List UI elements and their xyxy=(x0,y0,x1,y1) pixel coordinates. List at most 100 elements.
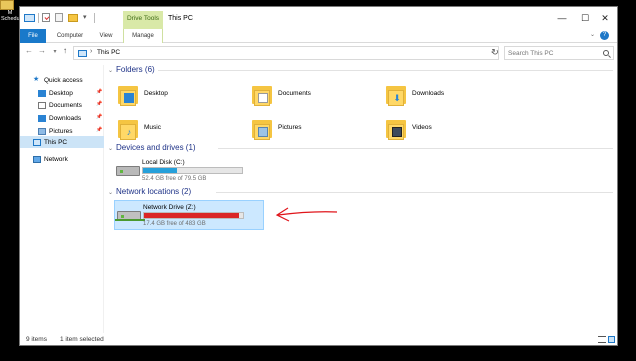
details-view-icon[interactable] xyxy=(598,336,606,343)
navigation-pane: ★ Quick access Desktop 📌 Documents 📌 Dow… xyxy=(20,65,104,333)
new-folder-icon[interactable] xyxy=(55,13,63,22)
tab-manage[interactable]: Manage xyxy=(123,29,163,43)
minimize-button[interactable]: — xyxy=(552,11,572,25)
drive-tools-label: Drive Tools xyxy=(126,15,160,22)
tiles-view-icon[interactable] xyxy=(608,336,615,343)
folder-label: Documents xyxy=(278,90,311,97)
folder-icon[interactable] xyxy=(68,14,78,22)
pin-icon: 📌 xyxy=(96,89,103,95)
nav-item-label: Pictures xyxy=(49,128,73,135)
drive-usage-bar xyxy=(142,167,243,174)
pin-icon: 📌 xyxy=(96,127,103,133)
folder-videos[interactable]: Videos xyxy=(386,114,506,144)
drive-free-space: 17.4 GB free of 483 GB xyxy=(143,221,206,227)
breadcrumb-separator[interactable]: › xyxy=(90,48,92,55)
drives-group-header[interactable]: Devices and drives (1) xyxy=(116,143,196,152)
music-note-icon: ♪ xyxy=(126,127,132,137)
search-input[interactable] xyxy=(508,48,598,59)
breadcrumb-this-pc[interactable]: This PC xyxy=(97,49,120,56)
address-bar[interactable]: › This PC ⌄ xyxy=(73,46,499,60)
desktop-shortcut-label: M Schedul xyxy=(1,10,19,22)
title-bar: ▾ Drive Tools This PC — ☐ ✕ xyxy=(20,7,617,29)
quick-access-separator-2 xyxy=(94,13,95,23)
folder-label: Pictures xyxy=(278,124,302,131)
group-divider xyxy=(158,70,613,71)
refresh-button[interactable]: ↻ xyxy=(489,46,501,58)
nav-network-label: Network xyxy=(44,156,68,163)
item-count: 9 items xyxy=(26,336,47,343)
window-title: This PC xyxy=(168,15,193,22)
folder-documents[interactable]: Documents xyxy=(252,80,372,110)
drive-name: Local Disk (C:) xyxy=(142,159,185,166)
documents-icon xyxy=(38,102,46,109)
drive-usage-bar xyxy=(143,212,244,219)
close-button[interactable]: ✕ xyxy=(595,11,615,25)
network-group-header[interactable]: Network locations (2) xyxy=(116,187,191,196)
recent-locations-icon[interactable]: ▾ xyxy=(50,48,60,55)
annotation-arrow xyxy=(275,207,338,222)
download-arrow-icon: ⬇ xyxy=(393,93,401,103)
drive-usage-fill xyxy=(144,213,240,218)
group-divider xyxy=(218,148,613,149)
expand-ribbon-icon[interactable]: ⌄ xyxy=(590,31,595,38)
folder-desktop[interactable]: Desktop xyxy=(118,80,238,110)
back-button[interactable]: ← xyxy=(24,46,34,55)
forward-button[interactable]: → xyxy=(37,46,47,55)
folder-icon: ⬇ xyxy=(386,82,406,106)
network-icon xyxy=(33,156,41,163)
nav-item-label: Documents xyxy=(49,102,82,109)
folder-downloads[interactable]: ⬇ Downloads xyxy=(386,80,506,110)
pictures-icon xyxy=(38,128,46,135)
hard-drive-icon xyxy=(116,166,140,176)
folder-label: Music xyxy=(144,124,161,131)
drive-local-disk-c[interactable]: Local Disk (C:) 52.4 GB free of 79.5 GB xyxy=(114,156,262,186)
collapse-group-icon[interactable]: ⌄ xyxy=(108,67,113,74)
selection-count: 1 item selected xyxy=(60,336,104,343)
pin-icon: 📌 xyxy=(96,101,103,107)
folders-group-header[interactable]: Folders (6) xyxy=(116,65,155,74)
collapse-group-icon[interactable]: ⌄ xyxy=(108,189,113,196)
search-box[interactable] xyxy=(504,46,614,60)
nav-this-pc-label: This PC xyxy=(44,139,68,146)
up-button[interactable]: ↑ xyxy=(60,46,70,55)
this-pc-icon xyxy=(78,50,87,57)
folder-label: Downloads xyxy=(412,90,445,97)
shortcut-icon xyxy=(0,0,14,10)
tab-file[interactable]: File xyxy=(20,29,46,43)
folder-icon: ♪ xyxy=(118,116,138,140)
drive-free-space: 52.4 GB free of 79.5 GB xyxy=(142,176,207,182)
folder-label: Desktop xyxy=(144,90,168,97)
this-pc-icon xyxy=(33,139,41,146)
folder-music[interactable]: ♪ Music xyxy=(118,114,238,144)
tab-computer[interactable]: Computer xyxy=(53,29,87,43)
ribbon-tabs: File Computer View Manage ⌄ ? xyxy=(20,29,617,43)
properties-icon[interactable] xyxy=(42,13,50,22)
drive-network-z[interactable]: Network Drive (Z:) 17.4 GB free of 483 G… xyxy=(114,200,264,230)
nav-item-label: Downloads xyxy=(49,115,82,122)
folder-icon xyxy=(386,116,406,140)
address-row: ← → ▾ ↑ › This PC ⌄ ↻ xyxy=(20,43,617,63)
group-divider xyxy=(216,192,613,193)
search-icon[interactable] xyxy=(603,50,609,56)
network-drive-icon xyxy=(115,211,145,221)
help-icon[interactable]: ? xyxy=(600,31,609,40)
maximize-button[interactable]: ☐ xyxy=(575,11,595,25)
folder-label: Videos xyxy=(412,124,432,131)
file-explorer-window: ▾ Drive Tools This PC — ☐ ✕ File Compute… xyxy=(19,6,618,346)
quick-access-separator xyxy=(38,13,39,23)
pin-icon: 📌 xyxy=(96,114,103,120)
folder-icon xyxy=(252,82,272,106)
drive-name: Network Drive (Z:) xyxy=(143,204,196,211)
collapse-group-icon[interactable]: ⌄ xyxy=(108,145,113,152)
star-icon: ★ xyxy=(33,76,40,83)
desktop-shortcut[interactable]: M Schedul xyxy=(0,0,19,30)
nav-quick-access-label: Quick access xyxy=(44,77,83,84)
tab-view[interactable]: View xyxy=(95,29,117,43)
content-pane: ⌄ Folders (6) Desktop Documents ⬇ Downlo… xyxy=(106,65,617,333)
downloads-icon xyxy=(38,115,46,122)
status-bar: 9 items 1 item selected xyxy=(20,333,617,345)
drive-usage-fill xyxy=(143,168,177,173)
folder-pictures[interactable]: Pictures xyxy=(252,114,372,144)
nav-item-label: Desktop xyxy=(49,90,73,97)
customize-toolbar-chevron-icon[interactable]: ▾ xyxy=(83,13,90,22)
